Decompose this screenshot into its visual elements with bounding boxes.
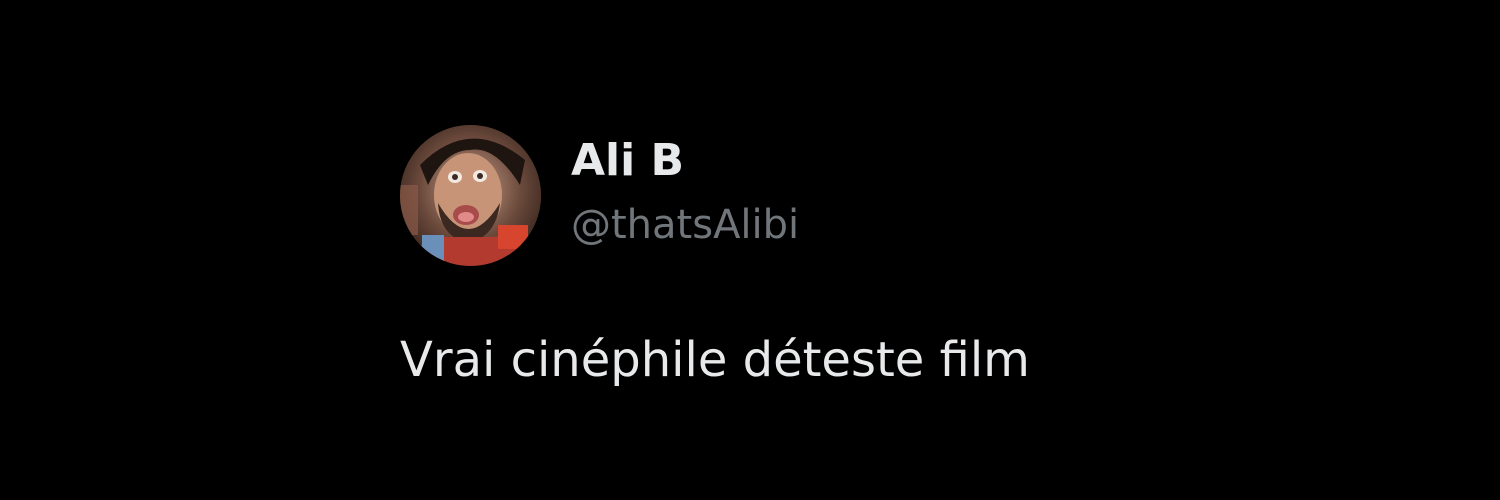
avatar-photo-icon [400, 125, 541, 266]
tweet-card: Ali B @thatsAlibi Vrai cinéphile déteste… [400, 125, 1300, 425]
tweet-header: Ali B @thatsAlibi [400, 125, 1300, 266]
tweet-text: Vrai cinéphile déteste film [400, 332, 1030, 388]
avatar[interactable] [400, 125, 541, 266]
author-names: Ali B @thatsAlibi [571, 135, 799, 249]
display-name[interactable]: Ali B [571, 135, 799, 187]
handle[interactable]: @thatsAlibi [571, 201, 799, 249]
